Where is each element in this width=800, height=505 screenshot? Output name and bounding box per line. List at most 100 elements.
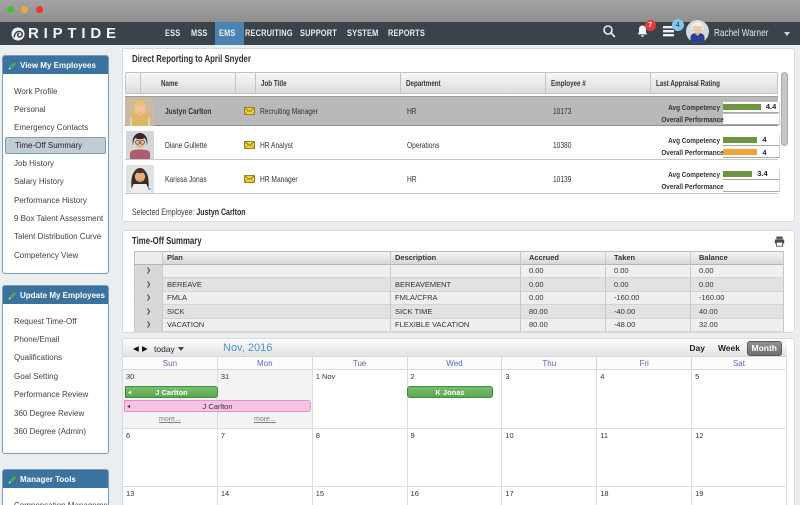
calendar-day-13[interactable]: 13: [123, 487, 218, 505]
calendar-day-1-Nov[interactable]: 1 Nov: [313, 370, 408, 429]
sidebar-item-compensation-management[interactable]: Compensation Management: [3, 496, 108, 505]
calendar-today-caret-icon[interactable]: [178, 347, 184, 351]
sidebar-item-personal[interactable]: Personal: [3, 100, 108, 118]
email-envelope-icon[interactable]: [244, 107, 255, 115]
calendar-event-j-carlton[interactable]: ◂J Carlton: [124, 400, 311, 412]
calendar-today-button[interactable]: today: [154, 344, 175, 354]
column-header-last-appraisal-rating[interactable]: Last Appraisal Rating: [651, 72, 778, 94]
employee-row-diane-gullette[interactable]: Diane GulletteHR AnalystOperations10380A…: [125, 130, 778, 160]
nav-item-ems[interactable]: EMS: [215, 22, 244, 45]
sidebar-item-performance-review[interactable]: Performance Review: [3, 386, 108, 404]
timeoff-row-fmla[interactable]: ❯FMLAFMLA/CFRA0.00-160.00-160.00: [134, 292, 784, 306]
calendar-day-8[interactable]: 8: [313, 429, 408, 488]
column-header-name[interactable]: Name: [141, 72, 236, 94]
expand-arrow-icon[interactable]: ❯: [134, 292, 163, 306]
calendar-next-button[interactable]: ▶: [142, 344, 148, 353]
sidebar-item-salary-history[interactable]: Salary History: [3, 173, 108, 191]
email-envelope-icon[interactable]: [244, 175, 255, 183]
sidebar-section-title: View My Employees: [20, 61, 96, 70]
timeoff-row-blank[interactable]: ❯0.000.000.00: [134, 265, 784, 279]
notifications-bell-icon[interactable]: 7: [635, 24, 650, 44]
calendar-day-5[interactable]: 5: [692, 370, 787, 429]
expand-arrow-icon[interactable]: ❯: [134, 305, 163, 319]
nav-item-system[interactable]: SYSTEM: [347, 22, 387, 45]
calendar-day-10[interactable]: 10: [502, 429, 597, 488]
sidebar-section-header[interactable]: Manager Tools: [3, 470, 108, 488]
nav-item-ess[interactable]: ESS: [165, 22, 185, 45]
sidebar-section-header[interactable]: View My Employees: [3, 56, 108, 74]
calendar-day-19[interactable]: 19: [692, 487, 787, 505]
calendar-day-17[interactable]: 17: [502, 487, 597, 505]
calendar-day-6[interactable]: 6: [123, 429, 218, 488]
sidebar-item-work-profile[interactable]: Work Profile: [3, 82, 108, 100]
timeoff-col-balance[interactable]: Balance: [691, 251, 784, 265]
calendar-day-12[interactable]: 12: [692, 429, 787, 488]
timeoff-table-header: PlanDescriptionAccruedTakenBalance: [134, 251, 784, 265]
window-button-red[interactable]: [36, 6, 43, 13]
calendar-view-day[interactable]: Day: [689, 343, 705, 353]
nav-item-mss[interactable]: MSS: [191, 22, 212, 45]
calendar-day-7[interactable]: 7: [218, 429, 313, 488]
nav-item-recruiting[interactable]: RECRUITING: [245, 22, 306, 45]
sidebar-item-job-history[interactable]: Job History: [3, 154, 108, 172]
calendar-day-9[interactable]: 9: [408, 429, 503, 488]
calendar-day-15[interactable]: 15: [313, 487, 408, 505]
sidebar-item-competency-view[interactable]: Competency View: [3, 246, 108, 264]
sidebar-item-talent-distribution-curve[interactable]: Talent Distribution Curve: [3, 228, 108, 246]
window-button-yellow[interactable]: [21, 6, 28, 13]
sidebar-item-360-degree-review[interactable]: 360 Degree Review: [3, 404, 108, 422]
expand-arrow-icon[interactable]: ❯: [134, 265, 163, 279]
nav-item-support[interactable]: SUPPORT: [300, 22, 347, 45]
sidebar-item-qualifications[interactable]: Qualifications: [3, 349, 108, 367]
timeoff-col-taken[interactable]: Taken: [606, 251, 691, 265]
more-events-link-1[interactable]: more...: [254, 416, 276, 423]
window-button-green[interactable]: [7, 6, 14, 13]
email-envelope-icon[interactable]: [244, 141, 255, 149]
expand-arrow-icon[interactable]: ❯: [134, 278, 163, 292]
timeoff-col-description[interactable]: Description: [391, 251, 521, 265]
employee-row-karissa-jonas[interactable]: Karissa JonasHR ManagerHR10139Avg Compet…: [125, 164, 778, 194]
calendar-day-18[interactable]: 18: [597, 487, 692, 505]
more-events-link-0[interactable]: more...: [159, 416, 181, 423]
timeoff-row-vacation[interactable]: ❯VACATIONFLEXIBLE VACATION80.00-48.0032.…: [134, 319, 784, 333]
calendar-view-week[interactable]: Week: [718, 343, 740, 353]
sidebar-item-performance-history[interactable]: Performance History: [3, 191, 108, 209]
sidebar-item-emergency-contacts[interactable]: Emergency Contacts: [3, 119, 108, 137]
column-header-job-title[interactable]: Job Title: [256, 72, 401, 94]
search-icon[interactable]: [602, 24, 616, 43]
calendar-day-16[interactable]: 16: [408, 487, 503, 505]
sidebar-item-9-box-talent-assessment[interactable]: 9 Box Talent Assessment: [3, 209, 108, 227]
tasks-list-icon[interactable]: 4: [662, 24, 677, 43]
calendar-day-11[interactable]: 11: [597, 429, 692, 488]
timeoff-col-plan[interactable]: Plan: [163, 251, 391, 265]
calendar-prev-button[interactable]: ◀: [133, 344, 139, 353]
calendar-day-14[interactable]: 14: [218, 487, 313, 505]
employee-table-scrollbar[interactable]: [781, 72, 788, 146]
timeoff-row-bereave[interactable]: ❯BEREAVEBEREAVEMENT0.000.000.00: [134, 278, 784, 292]
sidebar-item-goal-setting[interactable]: Goal Setting: [3, 367, 108, 385]
user-menu-caret-icon[interactable]: [784, 32, 790, 36]
expand-arrow-icon[interactable]: ❯: [134, 319, 163, 333]
sidebar-item-time-off-summary[interactable]: Time-Off Summary: [5, 137, 106, 154]
user-avatar[interactable]: [686, 20, 709, 48]
nav-item-reports[interactable]: REPORTS: [388, 22, 435, 45]
calendar-day-3[interactable]: 3: [502, 370, 597, 429]
sidebar-section-header[interactable]: Update My Employees: [3, 286, 108, 304]
timeoff-col-accrued[interactable]: Accrued: [521, 251, 606, 265]
calendar-title: Nov, 2016: [223, 342, 272, 354]
calendar-view-month[interactable]: Month: [747, 341, 783, 356]
user-name[interactable]: Rachel Warner: [714, 28, 768, 39]
employee-row-justyn-carlton[interactable]: Justyn CarltonRecruiting ManagerHR10173A…: [125, 96, 778, 126]
sidebar-item-request-time-off[interactable]: Request Time-Off: [3, 312, 108, 330]
calendar-event-k-jonas[interactable]: K Jonas: [407, 386, 493, 398]
calendar-day-4[interactable]: 4: [597, 370, 692, 429]
column-header-employee-[interactable]: Employee #: [546, 72, 651, 94]
calendar-day-2[interactable]: 2: [408, 370, 503, 429]
employee-name-cell: Diane Gullette: [125, 130, 244, 159]
sidebar-item-360-degree-admin-[interactable]: 360 Degree (Admin): [3, 422, 108, 440]
calendar-event-j-carlton[interactable]: ◂J Carlton: [125, 386, 218, 398]
timeoff-row-sick[interactable]: ❯SICKSICK TIME80.00-40.0040.00: [134, 305, 784, 319]
sidebar-item-phone-email[interactable]: Phone/Email: [3, 330, 108, 348]
column-header-department[interactable]: Department: [401, 72, 546, 94]
print-icon[interactable]: [774, 234, 785, 252]
